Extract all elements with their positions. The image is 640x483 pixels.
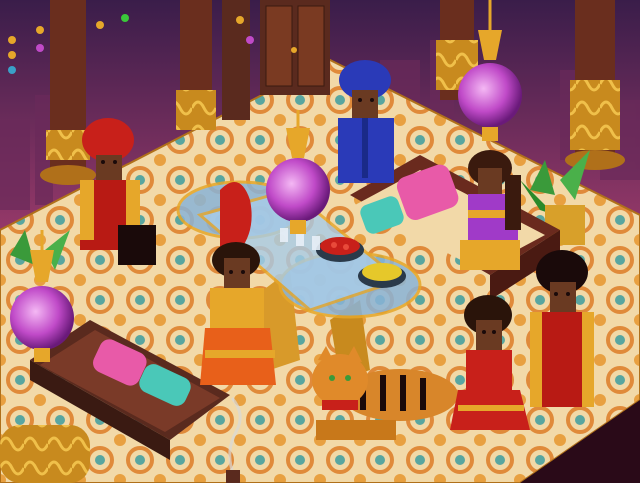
avatar-woman-purple-sari[interactable] [460, 150, 521, 270]
avatar-man-red-jacket[interactable] [530, 250, 594, 407]
game-scene[interactable] [0, 0, 640, 483]
palace-door[interactable] [260, 0, 330, 95]
gold-bolster[interactable] [0, 425, 90, 483]
room-canvas[interactable] [0, 0, 640, 483]
avatar-blue-turban-man[interactable] [338, 60, 394, 183]
